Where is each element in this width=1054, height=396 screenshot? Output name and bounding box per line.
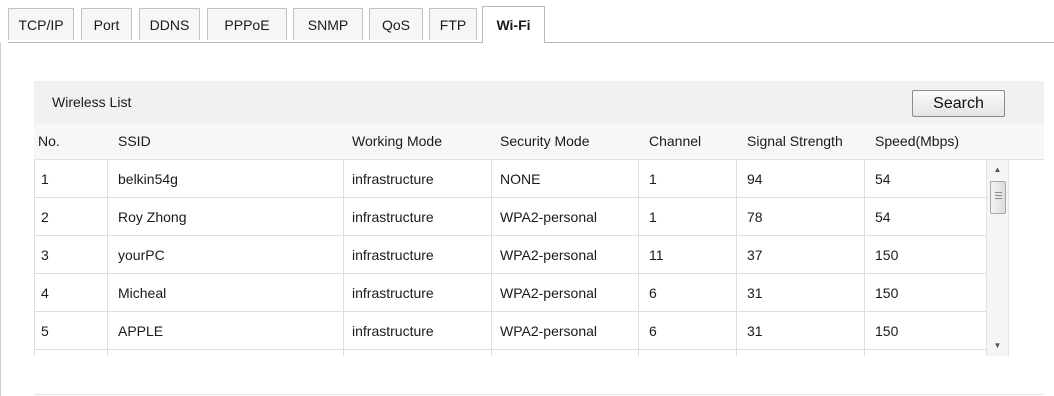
cell-signal-strength: 78 — [747, 209, 763, 225]
cell-security-mode: NONE — [500, 171, 541, 187]
table-row[interactable]: 2 Roy Zhong infrastructure WPA2-personal… — [34, 198, 986, 236]
cell-speed: 54 — [875, 171, 891, 187]
column-header-no[interactable]: No. — [38, 133, 60, 149]
cell-speed: 54 — [875, 209, 891, 225]
table-row[interactable]: 5 APPLE infrastructure WPA2-personal 6 3… — [34, 312, 986, 350]
tab-tcp-ip[interactable]: TCP/IP — [8, 8, 74, 40]
column-header-ssid[interactable]: SSID — [118, 133, 151, 149]
table-row[interactable]: 1 belkin54g infrastructure NONE 1 94 54 — [34, 160, 986, 198]
tab-port[interactable]: Port — [81, 8, 132, 40]
wireless-list-panel: Wireless List Search No. SSID Working Mo… — [34, 81, 1044, 356]
cell-no: 1 — [41, 171, 49, 187]
scroll-thumb[interactable] — [990, 181, 1006, 214]
cell-security-mode: WPA2-personal — [500, 247, 598, 263]
cell-working-mode: infrastructure — [352, 323, 434, 339]
cell-ssid: belkin54g — [118, 171, 178, 187]
scroll-up-arrow-icon[interactable]: ▲ — [987, 162, 1008, 178]
cell-ssid: yourPC — [118, 247, 165, 263]
search-button[interactable]: Search — [912, 90, 1005, 117]
wireless-list-rows: 1 belkin54g infrastructure NONE 1 94 5 4 … — [34, 160, 1044, 356]
cell-channel: 6 — [649, 285, 657, 301]
cell-security-mode: WPA2-personal — [500, 209, 598, 225]
cell-security-mode: WPA2-personal — [500, 285, 598, 301]
wireless-list-title: Wireless List — [52, 94, 132, 110]
vertical-scrollbar[interactable]: ▲ ▼ — [986, 160, 1009, 356]
scroll-down-arrow-icon[interactable]: ▼ — [987, 338, 1008, 354]
cell-ssid: Micheal — [118, 285, 167, 301]
cell-security-mode: WPA2-personal — [500, 323, 598, 339]
table-row[interactable]: 3 yourPC infrastructure WPA2-personal 11… — [34, 236, 986, 274]
cell-channel: 6 — [649, 323, 657, 339]
cell-signal-strength: 31 — [747, 285, 763, 301]
cell-no: 3 — [41, 247, 49, 263]
cell-channel: 11 — [649, 247, 664, 263]
column-header-security-mode[interactable]: Security Mode — [500, 133, 589, 149]
cell-working-mode: infrastructure — [352, 171, 434, 187]
cell-speed: 150 — [875, 323, 899, 339]
cell-working-mode: infrastructure — [352, 209, 434, 225]
tab-ddns[interactable]: DDNS — [139, 8, 200, 40]
column-header-signal-strength[interactable]: Signal Strength — [747, 133, 843, 149]
cell-speed: 150 — [875, 285, 899, 301]
cell-no: 5 — [41, 323, 49, 339]
column-header-speed[interactable]: Speed(Mbps) — [875, 133, 959, 149]
tab-ftp[interactable]: FTP — [429, 8, 477, 40]
cell-speed: 150 — [875, 247, 899, 263]
scroll-thumb-grip-icon — [995, 192, 1002, 193]
cell-channel: 1 — [649, 171, 657, 187]
cell-channel: 1 — [649, 209, 657, 225]
tab-wi-fi[interactable]: Wi-Fi — [482, 6, 545, 43]
tab-bar: TCP/IP Port DDNS PPPoE SNMP QoS FTP Wi-F… — [8, 6, 1054, 43]
cell-signal-strength: 37 — [747, 247, 763, 263]
cell-no: 2 — [41, 209, 49, 225]
divider — [34, 394, 1044, 395]
column-header-channel[interactable]: Channel — [649, 133, 701, 149]
tab-snmp[interactable]: SNMP — [293, 8, 363, 40]
cell-no: 4 — [41, 285, 49, 301]
table-row[interactable]: 4 Micheal infrastructure WPA2-personal 6… — [34, 274, 986, 312]
tab-pppoe[interactable]: PPPoE — [207, 8, 287, 40]
column-header-working-mode[interactable]: Working Mode — [352, 133, 442, 149]
wireless-list-header: Wireless List Search — [34, 81, 1044, 124]
cell-signal-strength: 94 — [747, 171, 763, 187]
tab-qos[interactable]: QoS — [369, 8, 423, 40]
cell-working-mode: infrastructure — [352, 285, 434, 301]
cell-working-mode: infrastructure — [352, 247, 434, 263]
cell-signal-strength: 31 — [747, 323, 763, 339]
cell-ssid: APPLE — [118, 323, 164, 339]
column-header-row: No. SSID Working Mode Security Mode Chan… — [34, 124, 1044, 160]
left-border — [0, 42, 1, 396]
cell-ssid: Roy Zhong — [118, 209, 187, 225]
